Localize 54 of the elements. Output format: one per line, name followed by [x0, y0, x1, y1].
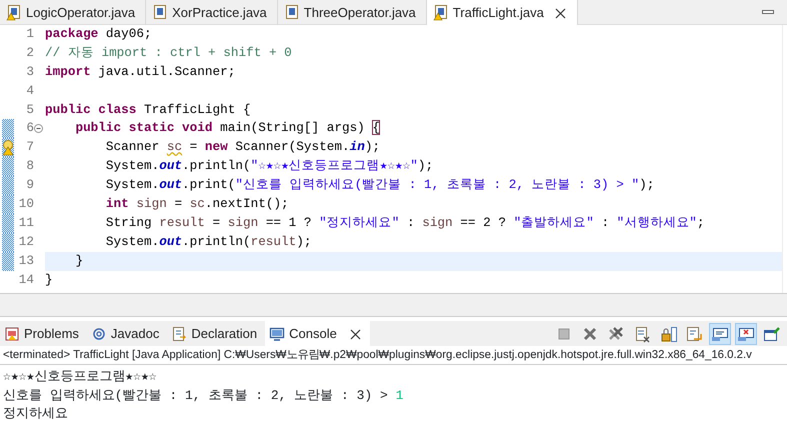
code-line: import java.util.Scanner; [45, 62, 236, 81]
clear-console-icon [633, 324, 651, 342]
view-tab[interactable]: Javadoc [86, 321, 168, 346]
show-stdout-button[interactable] [709, 322, 731, 344]
editor-tab[interactable]: XorPractice.java [146, 0, 278, 25]
close-icon [348, 328, 362, 341]
code-line: public class TrafficLight { [45, 100, 252, 119]
console-line: 정지하세요 [3, 405, 69, 422]
java-file-icon [152, 4, 168, 21]
java-file-icon [284, 4, 300, 21]
line-number: 6 [25, 119, 34, 138]
code-line: System.out.println("☆★☆★신호등프로그램★☆★☆"); [104, 157, 434, 176]
line-number: 2 [25, 44, 34, 62]
code-line: // 자동 import : ctrl + shift + 0 [45, 44, 293, 62]
line-number: 13 [18, 252, 34, 270]
collapse-icon[interactable] [34, 124, 43, 134]
code-line: System.out.println(result); [104, 232, 312, 251]
line-number: 11 [18, 214, 34, 232]
line-number: 14 [18, 270, 34, 289]
lock-icon [659, 324, 677, 342]
editor-tab[interactable]: TrafficLight.java [426, 0, 554, 25]
line-number: 8 [25, 157, 34, 176]
problems-icon [4, 326, 20, 342]
line-number: 4 [25, 82, 34, 100]
code-line: Scanner sc = new Scanner(System.in); [104, 138, 382, 156]
word-wrap-icon [685, 324, 703, 342]
code-line: int sign = sc.nextInt(); [104, 195, 290, 214]
editor-tab[interactable]: ThreeOperator.java [278, 0, 427, 25]
line-number: 10 [18, 195, 34, 214]
code-line: } [45, 270, 54, 289]
line-number: 5 [25, 100, 34, 119]
code-line: public static void main(String[] args) { [74, 119, 382, 138]
console-status: <terminated> TrafficLight [Java Application] C:₩Users₩노유림₩.p2₩pool₩plugins₩org.eclipse.justj.openjdk.hotspot.jre.full.win32.x86_64_16.0.2.v [0, 346, 787, 365]
minimize-icon [762, 10, 774, 14]
line-number: 9 [25, 176, 34, 194]
line-number: 3 [25, 62, 34, 81]
view-tab[interactable]: Problems [0, 321, 87, 346]
console-line: ☆★☆★신호등프로그램★☆★☆ [3, 368, 158, 386]
remove-all-icon [607, 324, 625, 342]
view-tab[interactable]: Declaration [167, 321, 266, 346]
declaration-icon [171, 326, 188, 342]
code-line: String result = sign == 1 ? "정지하세요" : sign == 2 ? "출발하세요" : "서행하세요"; [104, 214, 706, 232]
pin-console-icon [763, 324, 781, 342]
code-line: package day06; [45, 25, 153, 43]
show-stderr-button[interactable] [735, 322, 757, 344]
close-icon [554, 6, 567, 20]
console-icon [269, 326, 286, 342]
line-number: 1 [25, 25, 34, 43]
line-number: 7 [25, 138, 34, 156]
console-line: 신호를 입력하세요(빨간불 : 1, 초록불 : 2, 노란불 : 3) > 1 [3, 386, 404, 405]
code-line: System.out.print("신호를 입력하세요(빨간불 : 1, 초록불 : 2, 노란불 : 3) > "); [104, 176, 656, 194]
line-number: 12 [18, 232, 34, 251]
view-tab[interactable]: Console [265, 321, 345, 346]
editor-tab[interactable]: LogicOperator.java [0, 0, 146, 25]
